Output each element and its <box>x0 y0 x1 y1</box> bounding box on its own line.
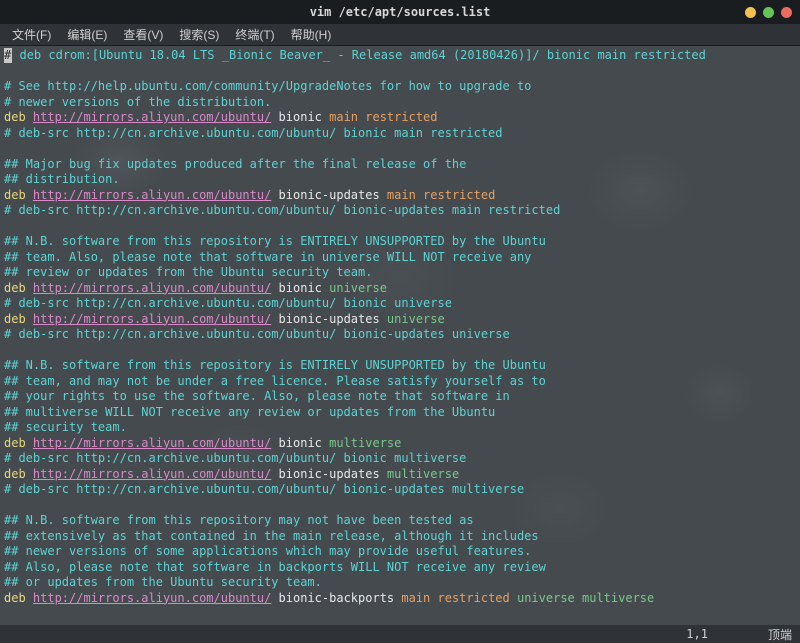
editor-line <box>4 343 796 359</box>
menu-file[interactable]: 文件(F) <box>4 24 59 45</box>
editor-line: ## N.B. software from this repository is… <box>4 234 796 250</box>
editor-line: ## Also, please note that software in ba… <box>4 560 796 576</box>
editor-line: # deb-src http://cn.archive.ubuntu.com/u… <box>4 126 796 142</box>
editor-line: deb http://mirrors.aliyun.com/ubuntu/ bi… <box>4 281 796 297</box>
editor-line: ## distribution. <box>4 172 796 188</box>
window-controls <box>745 7 792 18</box>
editor-line: ## newer versions of some applications w… <box>4 544 796 560</box>
maximize-button[interactable] <box>763 7 774 18</box>
editor-line: # newer versions of the distribution. <box>4 95 796 111</box>
editor-line <box>4 219 796 235</box>
editor-line <box>4 141 796 157</box>
menu-search[interactable]: 搜索(S) <box>171 24 227 45</box>
window-title: vim /etc/apt/sources.list <box>310 5 491 19</box>
editor-line: deb http://mirrors.aliyun.com/ubuntu/ bi… <box>4 312 796 328</box>
editor-line: ## team. Also, please note that software… <box>4 250 796 266</box>
editor-line: deb http://mirrors.aliyun.com/ubuntu/ bi… <box>4 110 796 126</box>
window-titlebar: vim /etc/apt/sources.list <box>0 0 800 24</box>
menu-view[interactable]: 查看(V) <box>115 24 171 45</box>
editor-line: ## extensively as that contained in the … <box>4 529 796 545</box>
editor-line: # See http://help.ubuntu.com/community/U… <box>4 79 796 95</box>
editor-line: ## N.B. software from this repository ma… <box>4 513 796 529</box>
status-scroll: 顶端 <box>768 626 792 643</box>
editor-line: deb http://mirrors.aliyun.com/ubuntu/ bi… <box>4 436 796 452</box>
editor-line: ## security team. <box>4 420 796 436</box>
editor-line: ## Major bug fix updates produced after … <box>4 157 796 173</box>
minimize-button[interactable] <box>745 7 756 18</box>
editor-line: ## N.B. software from this repository is… <box>4 358 796 374</box>
menubar: 文件(F) 编辑(E) 查看(V) 搜索(S) 终端(T) 帮助(H) <box>0 24 800 46</box>
editor-area[interactable]: # deb cdrom:[Ubuntu 18.04 LTS _Bionic Be… <box>0 46 800 625</box>
editor-line: # deb cdrom:[Ubuntu 18.04 LTS _Bionic Be… <box>4 48 796 64</box>
cursor: # <box>4 48 12 63</box>
editor-line: # deb-src http://cn.archive.ubuntu.com/u… <box>4 296 796 312</box>
editor-line: # deb-src http://cn.archive.ubuntu.com/u… <box>4 482 796 498</box>
statusbar: 1,1 顶端 <box>0 625 800 643</box>
menu-help[interactable]: 帮助(H) <box>283 24 340 45</box>
editor-line: deb http://mirrors.aliyun.com/ubuntu/ bi… <box>4 591 796 607</box>
editor-line: deb http://mirrors.aliyun.com/ubuntu/ bi… <box>4 188 796 204</box>
menu-edit[interactable]: 编辑(E) <box>59 24 115 45</box>
editor-line <box>4 498 796 514</box>
editor-line: ## team, and may not be under a free lic… <box>4 374 796 390</box>
editor-line <box>4 64 796 80</box>
editor-line: ## multiverse WILL NOT receive any revie… <box>4 405 796 421</box>
editor-line: ## your rights to use the software. Also… <box>4 389 796 405</box>
status-position: 1,1 <box>686 627 708 641</box>
editor-line: # deb-src http://cn.archive.ubuntu.com/u… <box>4 203 796 219</box>
editor-line: ## or updates from the Ubuntu security t… <box>4 575 796 591</box>
editor-line: # deb-src http://cn.archive.ubuntu.com/u… <box>4 451 796 467</box>
editor-line: ## review or updates from the Ubuntu sec… <box>4 265 796 281</box>
editor-line: # deb-src http://cn.archive.ubuntu.com/u… <box>4 327 796 343</box>
close-button[interactable] <box>781 7 792 18</box>
menu-terminal[interactable]: 终端(T) <box>227 24 282 45</box>
editor-line: deb http://mirrors.aliyun.com/ubuntu/ bi… <box>4 467 796 483</box>
